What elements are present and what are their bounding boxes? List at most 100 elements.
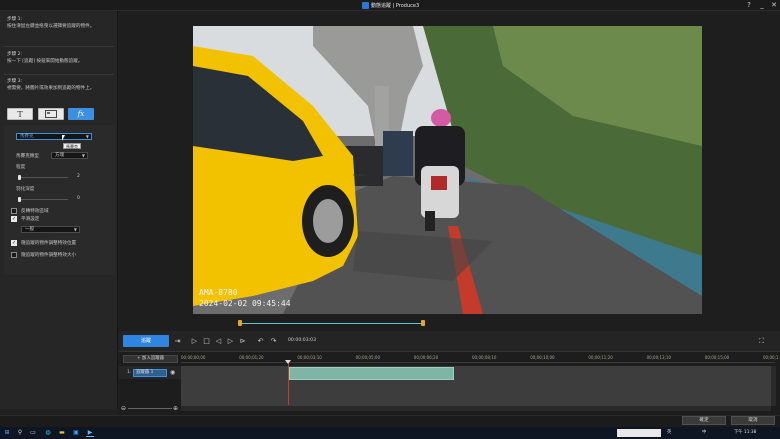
ruler-tick-label: 00;00;06;20	[413, 355, 439, 360]
trim-start-handle[interactable]	[238, 320, 242, 326]
opacity-label: 程度	[16, 165, 26, 170]
edge-icon[interactable]: ◍	[44, 429, 52, 437]
tooltip: 馬賽克	[63, 143, 81, 149]
ruler-tick-label: 00;00;00;00	[181, 355, 206, 360]
undo-icon[interactable]: ↶	[256, 336, 265, 346]
fx-icon: fx	[77, 110, 85, 118]
eye-icon[interactable]: ◉	[170, 369, 175, 376]
redo-icon[interactable]: ↷	[269, 336, 278, 346]
video-preview[interactable]: AMA-8780 2024-02-02 09:45:44 TOYOTA	[193, 26, 702, 314]
window-title-text: 動態追蹤 | Produce3	[371, 3, 420, 9]
fast-forward-icon[interactable]: ⊳	[238, 336, 247, 346]
smooth-checkbox[interactable]: ✓	[11, 216, 17, 222]
add-effect-button[interactable]: fx	[68, 108, 94, 120]
track-button[interactable]: 追蹤	[123, 335, 169, 347]
app-icon[interactable]: ▣	[72, 429, 80, 437]
minimize-button[interactable]: _	[757, 1, 767, 10]
next-frame-icon[interactable]: ▷	[226, 336, 235, 346]
track-name[interactable]: 追蹤器 1	[133, 369, 167, 377]
mosaic-type-value: 方塊	[55, 153, 64, 158]
feather-slider-thumb[interactable]	[18, 197, 21, 202]
text-icon: T	[17, 109, 23, 119]
ruler-tick-label: 00;00;10;00	[530, 355, 555, 360]
close-button[interactable]: ✕	[769, 1, 779, 10]
ime-indicator[interactable]: 英	[667, 428, 671, 437]
powerdirector-icon[interactable]: ▶	[86, 429, 94, 437]
invert-area-checkbox[interactable]	[11, 208, 17, 214]
zoom-out-icon[interactable]: ⊖	[121, 405, 126, 412]
zoom-slider[interactable]	[128, 408, 172, 409]
ruler-tick-label: 00;00;01;20	[239, 355, 264, 360]
step2-text: 按一下 [追蹤] 按鈕來開始動態追蹤。	[7, 59, 83, 64]
mosaic-type-select[interactable]: 方塊 ▼	[51, 152, 88, 159]
step-divider	[4, 46, 114, 47]
trim-end-handle[interactable]	[421, 320, 425, 326]
taskbar-thumbnail[interactable]	[617, 429, 661, 437]
follow-size-checkbox[interactable]	[11, 252, 17, 258]
follow-position-checkbox[interactable]: ✓	[11, 240, 17, 246]
app-logo-icon	[362, 2, 369, 9]
prev-frame-icon[interactable]: ◁	[214, 336, 223, 346]
step1-title: 步驟 1:	[7, 17, 23, 22]
step3-title: 步驟 3:	[7, 79, 23, 84]
video-timestamp-text: 2024-02-02 09:45:44	[199, 299, 291, 308]
trim-range-bar[interactable]	[240, 323, 423, 324]
follow-size-label: 隨追蹤的物件調整特效大小	[21, 253, 77, 258]
effect-select[interactable]: 馬賽克 ▼	[16, 133, 92, 140]
bottom-bar	[0, 415, 780, 427]
follow-position-label: 隨追蹤的物件調整特效位置	[21, 241, 77, 246]
help-button[interactable]: ?	[744, 1, 754, 10]
smooth-level-select[interactable]: 一般 ▼	[21, 226, 80, 233]
vertical-scrollbar[interactable]	[771, 366, 776, 406]
add-text-button[interactable]: T	[7, 108, 33, 120]
stop-icon[interactable]: □	[202, 336, 211, 346]
chevron-down-icon: ▼	[85, 134, 89, 139]
folder-icon[interactable]: ▬	[58, 429, 66, 437]
task-view-icon[interactable]: ▭	[29, 429, 37, 437]
step-divider	[4, 74, 114, 75]
ime-mode[interactable]: 中	[702, 428, 706, 437]
car-brand-text: TOYOTA	[352, 173, 366, 177]
feather-slider-track[interactable]	[18, 199, 68, 200]
image-icon	[45, 110, 57, 118]
mouse-cursor-icon	[62, 135, 65, 141]
clock[interactable]: 下午 11:38	[734, 428, 756, 437]
chevron-down-icon: ▼	[81, 153, 85, 158]
step2-title: 步驟 2:	[7, 52, 23, 57]
timeline-track[interactable]	[181, 366, 771, 406]
track-number: 1.	[127, 370, 132, 375]
add-image-button[interactable]	[38, 108, 64, 120]
ok-button[interactable]: 確定	[682, 416, 726, 425]
horizontal-scrollbar[interactable]	[181, 406, 771, 411]
play-icon[interactable]: ▷	[190, 336, 199, 346]
cancel-button[interactable]: 取消	[731, 416, 775, 425]
ruler-tick-label: 00;00;05;00	[355, 355, 380, 360]
step1-text: 按住滑鼠左鍵並拖曳以選擇要追蹤的物件。	[7, 24, 95, 29]
mosaic-type-label: 馬賽克類型	[16, 154, 39, 159]
playhead-handle[interactable]	[285, 360, 291, 364]
ruler-tick-label: 00;00;11;20	[588, 355, 613, 360]
opacity-value: 2	[77, 174, 80, 179]
opacity-slider-track[interactable]	[18, 177, 68, 178]
effect-select-value: 馬賽克	[20, 134, 34, 139]
smooth-level-value: 一般	[25, 227, 34, 232]
zoom-in-icon[interactable]: ⊕	[173, 405, 178, 412]
video-plate-text: AMA-8780	[199, 288, 238, 297]
add-tracker-button[interactable]: + 加入追蹤器	[123, 355, 178, 363]
playhead[interactable]	[288, 361, 289, 405]
opacity-slider-thumb[interactable]	[18, 175, 21, 180]
ruler-tick-label: 00;00;1	[763, 355, 779, 360]
ruler-tick-label: 00;00;08;10	[472, 355, 497, 360]
start-icon[interactable]: ⊞	[3, 429, 11, 437]
taskbar	[0, 427, 780, 439]
step3-text: 視需要，將圖片或效果加到追蹤的物件上。	[7, 86, 95, 91]
track-range-icon[interactable]: ⇥	[173, 336, 182, 346]
fullscreen-icon[interactable]: ⛶	[757, 336, 766, 346]
search-icon[interactable]: ⚲	[16, 429, 24, 437]
timecode: 00:00:03:03	[288, 338, 317, 343]
smooth-label: 平滑設定	[21, 217, 40, 222]
window-title: 動態追蹤 | Produce3	[362, 1, 419, 10]
tracker-clip[interactable]	[289, 367, 454, 380]
add-tracker-label: 加入追蹤器	[142, 356, 165, 361]
video-frame-image: AMA-8780 2024-02-02 09:45:44 TOYOTA	[193, 26, 702, 314]
